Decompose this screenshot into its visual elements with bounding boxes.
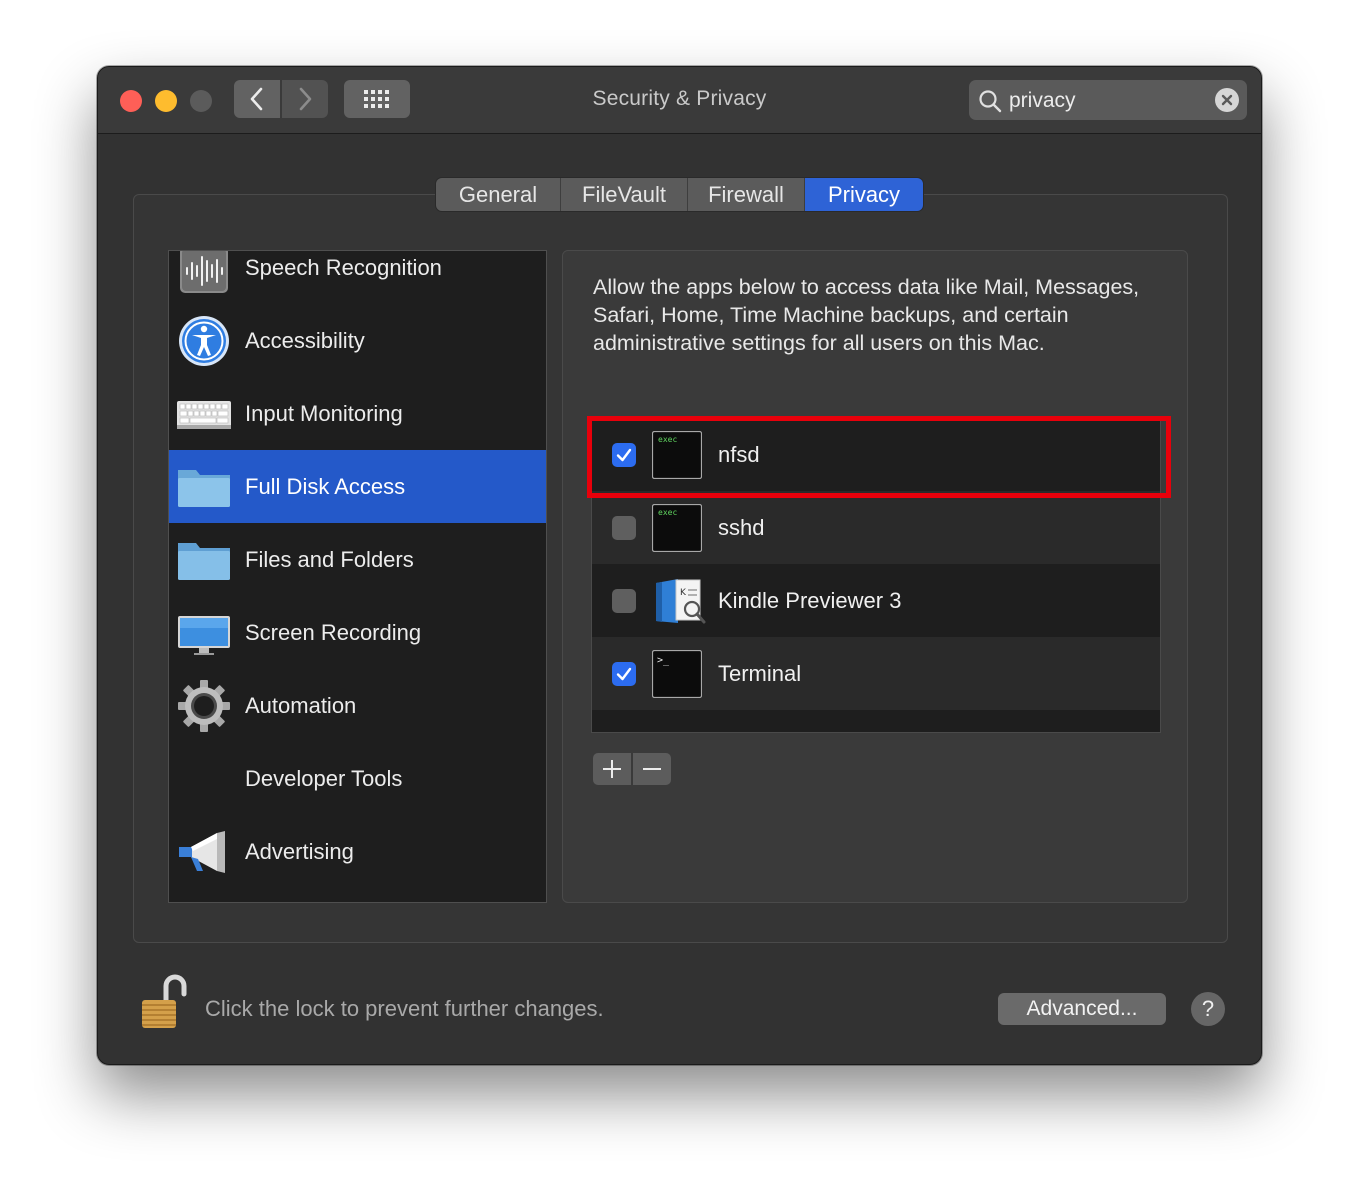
exec-icon: exec	[651, 430, 703, 480]
help-button[interactable]: ?	[1191, 992, 1225, 1026]
sidebar-item-files-and-folders[interactable]: Files and Folders	[169, 523, 546, 596]
terminal-icon: >_	[651, 649, 703, 699]
tab-firewall[interactable]: Firewall	[688, 178, 805, 211]
sidebar-item-label: Full Disk Access	[245, 474, 406, 499]
tab-filevault[interactable]: FileVault	[561, 178, 688, 211]
app-row-sshd[interactable]: exec sshd	[592, 491, 1160, 564]
exec-icon-label: exec	[658, 435, 677, 444]
plus-icon	[603, 760, 621, 778]
sidebar-item-accessibility[interactable]: Accessibility	[169, 304, 546, 377]
panel-description: Allow the apps below to access data like…	[593, 275, 1140, 355]
preferences-window: Security & Privacy General FileVault Fir…	[97, 66, 1262, 1065]
sidebar-item-screen-recording[interactable]: Screen Recording	[169, 596, 546, 669]
tab-privacy[interactable]: Privacy	[805, 178, 923, 211]
app-name: Kindle Previewer 3	[718, 588, 902, 613]
app-icon-partial	[652, 723, 702, 732]
app-row-terminal[interactable]: >_ Terminal	[592, 637, 1160, 710]
display-icon	[178, 616, 230, 655]
search-input[interactable]	[1007, 84, 1211, 118]
waveform-icon	[180, 251, 228, 293]
search-icon	[979, 90, 1002, 113]
app-row-nfsd[interactable]: exec nfsd	[592, 418, 1160, 491]
checkmark-icon	[616, 667, 632, 681]
sidebar-item-label: Developer Tools	[245, 766, 403, 791]
lock-button[interactable]	[136, 972, 190, 1032]
close-icon	[1221, 94, 1233, 106]
sidebar-item-label: Accessibility	[245, 328, 365, 353]
sidebar-item-advertising[interactable]: Advertising	[169, 815, 546, 888]
folder-icon	[178, 543, 230, 580]
privacy-category-list[interactable]: Speech Recognition Accessibility Input M…	[168, 250, 547, 903]
full-disk-access-panel: Allow the apps below to access data like…	[562, 250, 1188, 903]
app-name: Terminal	[718, 661, 802, 686]
sidebar-item-label: Advertising	[245, 839, 354, 864]
keyboard-icon	[177, 401, 231, 429]
sidebar-item-label: Automation	[245, 693, 357, 718]
terminal-icon-prompt: >_	[657, 655, 670, 666]
gear-icon	[178, 680, 230, 732]
title-bar: Security & Privacy	[98, 67, 1261, 134]
sidebar-item-label: Input Monitoring	[245, 401, 403, 426]
app-checkbox-kindle-previewer[interactable]	[612, 589, 636, 613]
add-app-button[interactable]	[593, 753, 631, 785]
checkmark-icon	[616, 448, 632, 462]
kindle-previewer-icon: K	[652, 577, 706, 625]
tab-general[interactable]: General	[436, 178, 561, 211]
accessibility-icon	[179, 316, 229, 366]
sidebar-item-speech-recognition[interactable]: Speech Recognition	[169, 251, 546, 304]
app-name: nfsd	[718, 442, 760, 467]
app-list[interactable]: exec nfsd exec sshd K Kindle Previewer 3…	[591, 417, 1161, 733]
search-field[interactable]	[969, 80, 1247, 120]
app-row-kindle-previewer[interactable]: K Kindle Previewer 3	[592, 564, 1160, 637]
sidebar-item-developer-tools[interactable]: Developer Tools	[169, 742, 546, 815]
app-checkbox-sshd[interactable]	[612, 516, 636, 540]
remove-app-button[interactable]	[633, 753, 671, 785]
sidebar-item-label: Files and Folders	[245, 547, 414, 572]
app-checkbox-nfsd[interactable]	[612, 443, 636, 467]
sidebar-item-label: Speech Recognition	[245, 255, 442, 280]
unlocked-lock-icon	[142, 974, 187, 1028]
exec-icon-label: exec	[658, 508, 677, 517]
sidebar-item-input-monitoring[interactable]: Input Monitoring	[169, 377, 546, 450]
app-row-partial[interactable]	[592, 710, 1160, 732]
advanced-button[interactable]: Advanced...	[998, 993, 1166, 1025]
minus-icon	[643, 768, 661, 770]
clear-search-button[interactable]	[1215, 88, 1239, 112]
megaphone-icon	[179, 831, 225, 873]
lock-status-text: Click the lock to prevent further change…	[205, 996, 604, 1021]
folder-icon	[178, 470, 230, 507]
sidebar-item-label: Screen Recording	[245, 620, 422, 645]
exec-icon: exec	[651, 503, 703, 553]
sidebar-item-automation[interactable]: Automation	[169, 669, 546, 742]
app-checkbox-terminal[interactable]	[612, 662, 636, 686]
add-remove-buttons	[593, 753, 671, 785]
app-name: sshd	[718, 515, 765, 540]
tab-bar: General FileVault Firewall Privacy	[436, 178, 923, 211]
sidebar-item-full-disk-access[interactable]: Full Disk Access	[169, 450, 546, 523]
